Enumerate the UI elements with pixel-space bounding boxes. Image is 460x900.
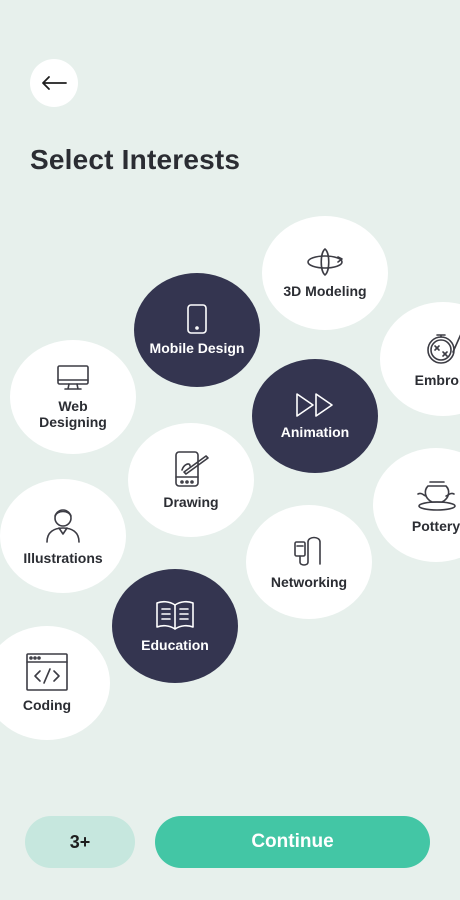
arrow-left-icon [42, 76, 67, 90]
interest-web-designing[interactable]: Web Designing [10, 340, 136, 454]
interest-label: Web Designing [39, 398, 107, 430]
interest-label: Drawing [163, 494, 219, 510]
network-cable-icon [294, 536, 321, 566]
interest-drawing[interactable]: Drawing [128, 423, 254, 537]
selected-count-button[interactable]: 3+ [25, 816, 135, 868]
smartphone-icon [187, 304, 207, 334]
interest-label: Coding [22, 697, 72, 713]
interest-label: 3D Modeling [283, 283, 367, 299]
monitor-icon [57, 365, 89, 390]
interest-embroidery[interactable]: Embroid [380, 302, 460, 416]
interest-label: Animation [280, 424, 350, 440]
interest-3d-modeling[interactable]: 3D Modeling [262, 216, 388, 330]
interest-illustrations[interactable]: Illustrations [0, 479, 126, 593]
continue-button[interactable]: Continue [155, 816, 430, 868]
code-window-icon [26, 653, 68, 691]
page-title: Select Interests [30, 144, 241, 175]
interest-label: Education [141, 637, 209, 653]
embroidery-hoop-icon [427, 334, 460, 364]
interest-education[interactable]: Education [112, 569, 238, 683]
fast-forward-icon [296, 393, 333, 417]
rotate-3d-icon [307, 248, 343, 276]
interest-coding[interactable]: Coding [0, 626, 110, 740]
interest-mobile-design[interactable]: Mobile Design [134, 273, 260, 387]
interest-label: Pottery [411, 518, 460, 534]
interest-pottery[interactable]: Pottery [373, 448, 460, 562]
interests-screen: Select Interests 3D Modeling Mobile Desi… [0, 0, 460, 900]
interest-animation[interactable]: Animation [252, 359, 378, 473]
interest-label: Embroid [414, 372, 460, 388]
interest-networking[interactable]: Networking [246, 505, 372, 619]
interest-label: Networking [270, 574, 348, 590]
interest-label: Illustrations [23, 550, 103, 566]
interest-label: Mobile Design [149, 340, 245, 356]
back-button[interactable] [30, 59, 78, 107]
open-book-icon [156, 600, 194, 630]
tablet-pen-icon [175, 451, 209, 487]
pottery-wheel-icon [417, 481, 456, 511]
person-icon [46, 509, 80, 543]
